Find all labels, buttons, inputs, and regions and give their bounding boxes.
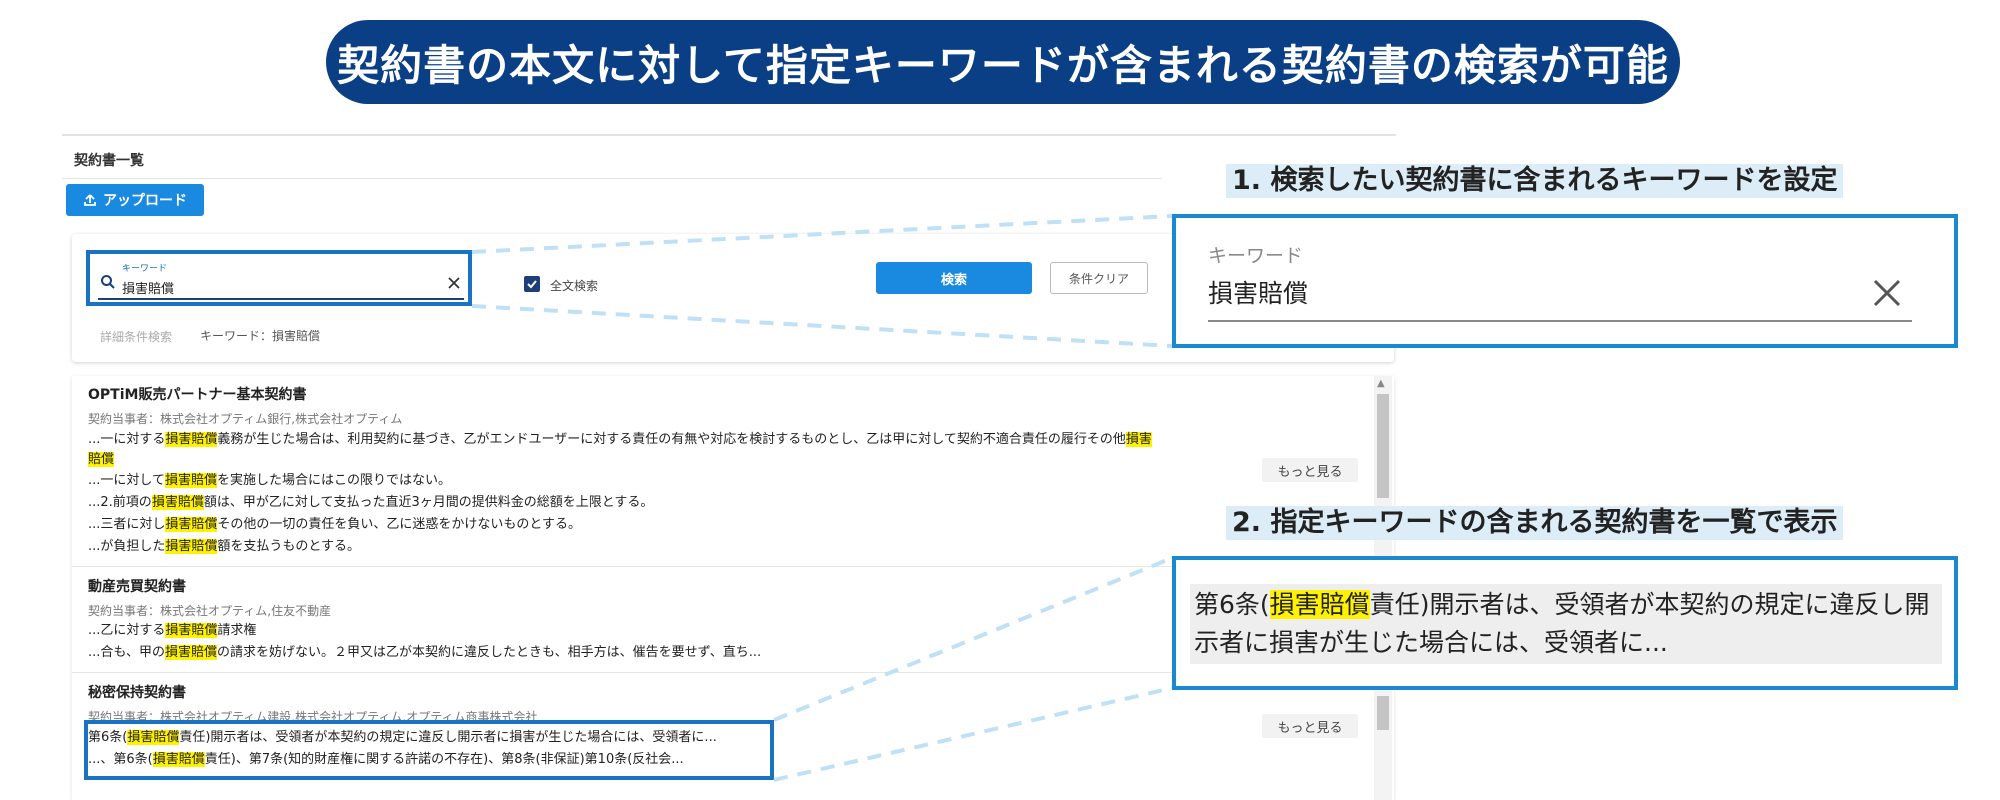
zoom-keyword-underline: [1208, 320, 1912, 322]
step1-label: 1. 検索したい契約書に含まれるキーワードを設定: [1226, 164, 1844, 198]
zoom-keyword-value: 損害賠償: [1208, 279, 1309, 308]
zoom-snippet-text: 第6条(損害賠償責任)開示者は、受領者が本契約の規定に違反し開示者に損害が生じた…: [1190, 584, 1942, 664]
zoom-keyword-label: キーワード: [1208, 245, 1304, 267]
close-icon: [1873, 279, 1901, 307]
step2-label: 2. 指定キーワードの含まれる契約書を一覧で表示: [1226, 506, 1844, 540]
